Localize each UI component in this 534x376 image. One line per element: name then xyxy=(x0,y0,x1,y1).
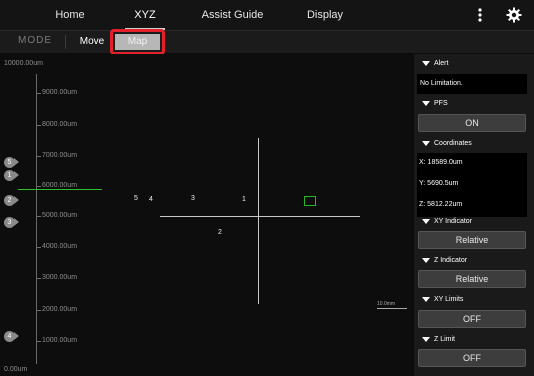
xy-limits-header[interactable]: XY Limits xyxy=(416,292,529,308)
pfs-button[interactable]: ON xyxy=(418,114,526,132)
right-panel: Alert No Limitation. PFS ON Coordinates … xyxy=(414,54,534,376)
chevron-down-icon xyxy=(422,257,430,263)
y-ruler xyxy=(36,74,37,364)
alert-value: No Limitation. xyxy=(417,74,527,94)
xy-limits-button[interactable]: OFF xyxy=(418,310,526,328)
point-3[interactable]: 3 xyxy=(191,195,195,202)
chevron-down-icon xyxy=(422,296,430,302)
y-tick-label: 5000.00um xyxy=(42,212,78,219)
z-indicator-button[interactable]: Relative xyxy=(418,270,526,288)
point-5[interactable]: 5 xyxy=(134,195,138,202)
top-tab-bar: Home XYZ Assist Guide Display xyxy=(0,0,534,31)
mode-label: MODE xyxy=(18,35,52,46)
marker-3[interactable]: 3 xyxy=(4,217,20,228)
z-limit-header[interactable]: Z Limit xyxy=(416,332,529,348)
chevron-down-icon xyxy=(422,100,430,106)
tick xyxy=(36,247,41,248)
tick xyxy=(36,156,41,157)
tick xyxy=(36,125,41,126)
chevron-down-icon xyxy=(422,218,430,224)
y-tick-label: 1000.00um xyxy=(42,337,78,344)
y-tick-label: 7000.00um xyxy=(42,152,78,159)
marker-2[interactable]: 2 xyxy=(4,195,20,206)
y-tick-label: 2000.00um xyxy=(42,306,78,313)
coord-y: Y: 5690.5um xyxy=(419,180,459,187)
tick xyxy=(36,186,41,187)
tab-display[interactable]: Display xyxy=(300,0,350,30)
y-tick-label: 3000.00um xyxy=(42,274,78,281)
marker-1[interactable]: 1 xyxy=(4,170,20,181)
chevron-down-icon xyxy=(422,336,430,342)
marker-5[interactable]: 5 xyxy=(4,157,20,168)
divider xyxy=(65,35,66,49)
tick xyxy=(36,93,41,94)
marker-4[interactable]: 4 xyxy=(4,331,20,342)
y-tick-label: 9000.00um xyxy=(42,89,78,96)
gear-icon[interactable] xyxy=(506,7,522,23)
move-button[interactable]: Move xyxy=(70,33,114,51)
coord-x: X: 18589.0um xyxy=(419,159,463,166)
y-tick-label: 0.00um xyxy=(4,366,28,373)
tick xyxy=(36,341,41,342)
crosshair-horizontal xyxy=(160,216,360,217)
tick xyxy=(36,310,41,311)
chevron-down-icon xyxy=(422,60,430,66)
point-1[interactable]: 1 xyxy=(242,196,246,203)
crosshair-vertical xyxy=(258,138,259,304)
y-tick-label: 10000.00um xyxy=(4,60,43,67)
tick xyxy=(36,216,41,217)
z-indicator-header[interactable]: Z Indicator xyxy=(416,253,529,269)
tab-xyz[interactable]: XYZ xyxy=(125,0,165,30)
vertical-dots-icon[interactable] xyxy=(476,7,484,23)
scale-bar xyxy=(377,308,407,309)
current-position-line xyxy=(18,189,102,190)
mode-bar: MODE Move xyxy=(0,31,534,53)
coord-z: Z: 5812.22um xyxy=(419,201,463,208)
point-2[interactable]: 2 xyxy=(218,229,222,236)
tick xyxy=(36,278,41,279)
scale-label: 10.0mm xyxy=(377,301,396,307)
xy-indicator-header[interactable]: XY Indicator xyxy=(416,214,529,230)
y-tick-label: 6000.00um xyxy=(42,182,78,189)
point-4[interactable]: 4 xyxy=(149,196,153,203)
coordinates-header[interactable]: Coordinates xyxy=(416,136,529,152)
tab-home[interactable]: Home xyxy=(40,0,100,30)
highlight-box xyxy=(110,29,165,55)
y-tick-label: 4000.00um xyxy=(42,243,78,250)
pfs-header[interactable]: PFS xyxy=(416,96,529,112)
alert-header[interactable]: Alert xyxy=(416,56,529,72)
target-box xyxy=(304,196,316,206)
tab-assist-guide[interactable]: Assist Guide xyxy=(195,0,270,30)
y-tick-label: 8000.00um xyxy=(42,121,78,128)
coordinates-box: X: 18589.0um Y: 5690.5um Z: 5812.22um xyxy=(417,153,527,217)
chevron-down-icon xyxy=(422,140,430,146)
z-limit-button[interactable]: OFF xyxy=(418,349,526,367)
xy-indicator-button[interactable]: Relative xyxy=(418,231,526,249)
